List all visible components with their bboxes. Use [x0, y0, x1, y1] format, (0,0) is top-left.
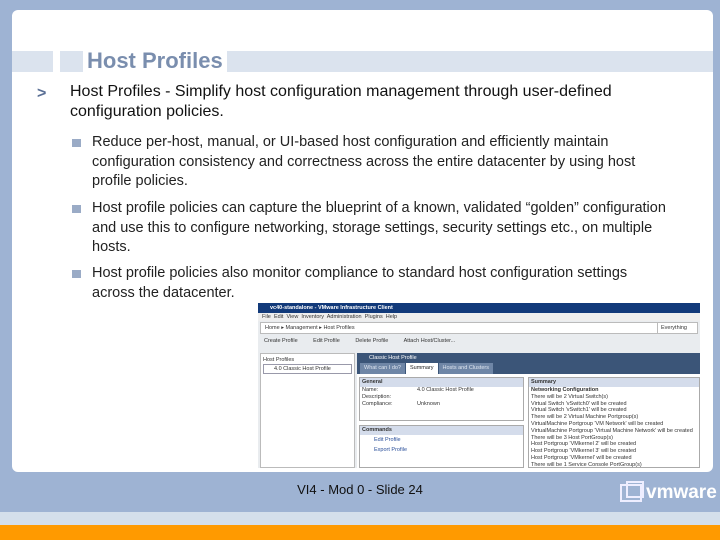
profile-header: Classic Host Profile — [357, 353, 700, 363]
slide-title: Host Profiles — [83, 49, 227, 73]
tree-item-selected[interactable]: 4.0 Classic Host Profile — [263, 364, 352, 374]
vi-client-screenshot: vc40-standalone - VMware Infrastructure … — [258, 303, 700, 468]
breadcrumb-home[interactable]: Home — [265, 325, 280, 331]
menu-administration[interactable]: Administration — [327, 314, 362, 320]
summary-line: Host Portgroup 'VMkernel' will be create… — [531, 454, 632, 461]
summary-line: VirtualMachine Portgroup 'Virtual Machin… — [531, 427, 693, 434]
profile-pane: Classic Host Profile What can I do? Summa… — [357, 353, 700, 468]
menu-view[interactable]: View — [286, 314, 298, 320]
create-profile-button[interactable]: Create Profile — [264, 338, 298, 344]
summary-box: Summary Networking Configuration There wi… — [528, 377, 700, 468]
label: Compliance: — [362, 400, 393, 407]
main-point: > Host Profiles - Simplify host configur… — [37, 82, 637, 122]
profile-tree: Host Profiles 4.0 Classic Host Profile — [260, 353, 355, 468]
edit-profile-button[interactable]: Edit Profile — [313, 338, 340, 344]
bullet-square-icon — [72, 270, 81, 278]
commands-title: Commands — [360, 426, 523, 435]
summary-line: There will be 1 Service Console PortGrou… — [531, 461, 642, 468]
slide-footer: VI4 - Mod 0 - Slide 24 — [297, 482, 423, 497]
label: Name: — [362, 387, 379, 393]
tab-bar: What can I do? Summary Hosts and Clusters — [357, 363, 700, 374]
menu-help[interactable]: Help — [386, 314, 397, 320]
edit-profile-link[interactable]: Edit Profile — [360, 435, 523, 445]
bullet-text: Reduce per-host, manual, or UI-based hos… — [92, 134, 636, 189]
bullet-text: Host profile policies also monitor compl… — [92, 265, 628, 301]
breadcrumb-management[interactable]: Management — [286, 325, 318, 331]
menu-inventory[interactable]: Inventory — [301, 314, 324, 320]
menu-plugins[interactable]: Plugins — [365, 314, 383, 320]
toolbar: Create Profile Edit Profile Delete Profi… — [258, 335, 700, 347]
menu-edit[interactable]: Edit — [274, 314, 283, 320]
tab-hosts-clusters[interactable]: Hosts and Clusters — [438, 363, 493, 374]
delete-profile-button[interactable]: Delete Profile — [355, 338, 388, 344]
summary-line: There will be 2 Virtual Machine Portgrou… — [531, 414, 639, 421]
export-profile-link[interactable]: Export Profile — [360, 445, 523, 455]
chevron-right-icon: > — [37, 85, 47, 102]
main-point-text: Host Profiles - Simplify host configurat… — [70, 83, 612, 120]
menu-bar: File Edit View Inventory Administration … — [258, 313, 700, 321]
tree-item[interactable]: Host Profiles — [263, 356, 352, 364]
bullet-square-icon — [72, 205, 81, 213]
summary-line: Virtual Switch 'vSwitch1' will be create… — [531, 407, 627, 414]
bullet-text: Host profile policies can capture the bl… — [92, 200, 666, 255]
summary-line: Host Portgroup 'VMkernel 3' will be crea… — [531, 448, 637, 455]
bullet: Host profile policies can capture the bl… — [72, 199, 672, 258]
general-box: General Name: 4.0 Classic Host Profile De… — [359, 377, 524, 421]
value: 4.0 Classic Host Profile — [417, 387, 474, 393]
bullet-square-icon — [72, 139, 81, 147]
summary-line: Host Portgroup 'VMkernel 2' will be crea… — [531, 441, 637, 448]
orange-bar — [0, 525, 720, 540]
general-title: General — [360, 378, 523, 387]
search-input[interactable]: Everything — [657, 323, 697, 333]
attach-host-button[interactable]: Attach Host/Cluster... — [404, 338, 456, 344]
window-title: vc40-standalone - VMware Infrastructure … — [258, 303, 700, 313]
tab-what-can-i-do[interactable]: What can I do? — [360, 363, 405, 374]
summary-line: VirtualMachine Portgroup 'VM Network' wi… — [531, 420, 664, 427]
commands-box: Commands Edit Profile Export Profile — [359, 425, 524, 468]
vmware-logo: vmware — [620, 481, 717, 504]
breadcrumb-host-profiles[interactable]: Host Profiles — [323, 325, 354, 331]
value: Unknown — [417, 400, 440, 407]
vmware-logo-icon — [620, 481, 644, 502]
summary-title: Summary — [529, 378, 699, 387]
logo-text: vmware — [646, 482, 717, 503]
footer-strip — [0, 512, 720, 525]
label: Description: — [362, 393, 392, 400]
bullet: Host profile policies also monitor compl… — [72, 264, 672, 303]
menu-file[interactable]: File — [262, 314, 271, 320]
summary-line: Networking Configuration — [531, 387, 599, 393]
summary-line: There will be 3 Host PortGroup(s) — [531, 434, 613, 441]
tab-summary[interactable]: Summary — [406, 363, 438, 374]
summary-line: There will be 2 Virtual Switch(s) — [531, 393, 608, 400]
breadcrumb: Home ▸ Management ▸ Host Profiles Everyt… — [260, 322, 698, 334]
summary-line: Virtual Switch 'vSwitch0' will be create… — [531, 400, 627, 407]
bullet: Reduce per-host, manual, or UI-based hos… — [72, 133, 672, 192]
